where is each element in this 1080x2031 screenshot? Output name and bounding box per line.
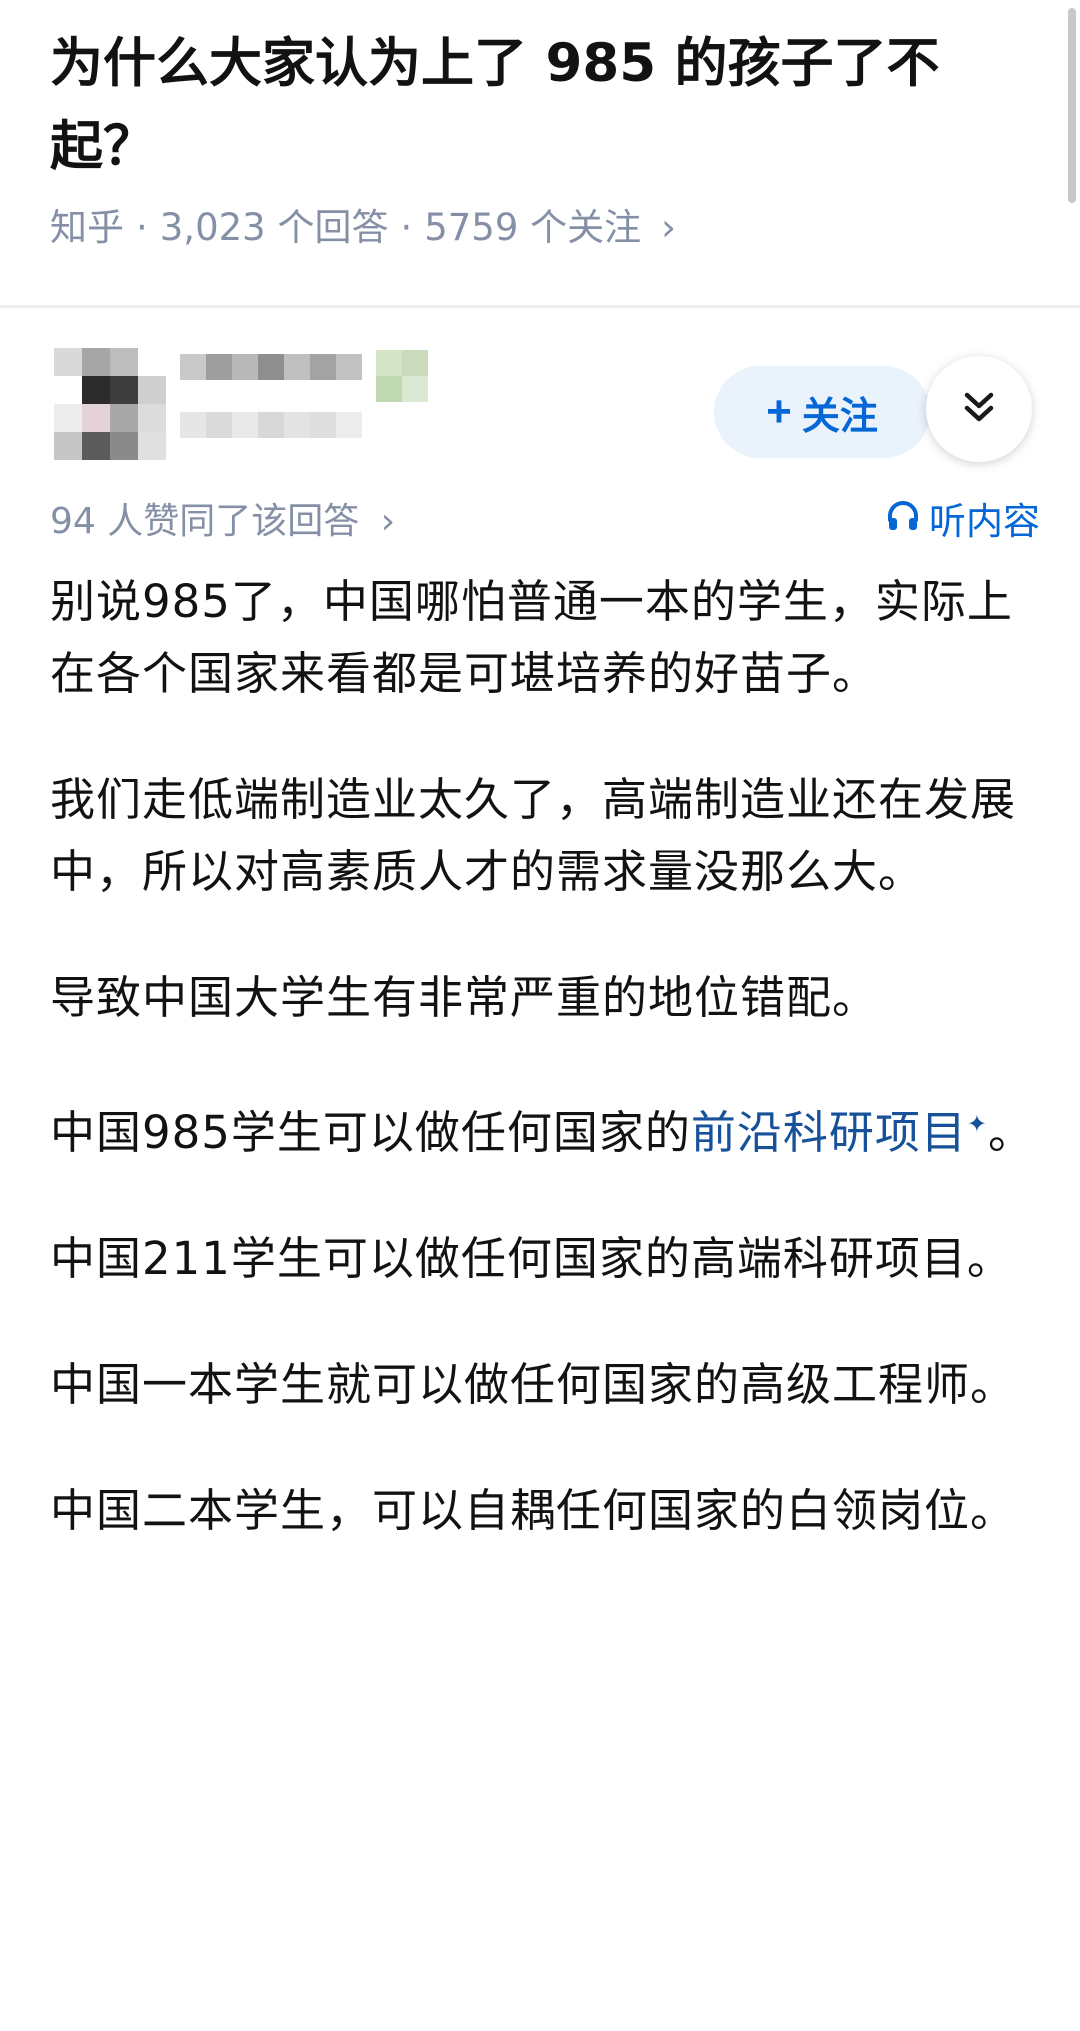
answer-paragraph: 我们走低端制造业太久了，高端制造业还在发展中，所以对高素质人才的需求量没那么大。 xyxy=(50,773,1017,898)
answer-text: 。 xyxy=(988,1106,1035,1159)
answer-paragraph: 导致中国大学生有非常严重的地位错配。 xyxy=(50,971,879,1024)
answer-paragraph: 中国二本学生，可以自耦任何国家的白领岗位。 xyxy=(50,1484,1017,1537)
meta-separator: · xyxy=(400,206,413,249)
chevron-right-icon: › xyxy=(380,501,396,542)
answer-paragraph: 中国985学生可以做任何国家的前沿科研项目✦。 xyxy=(50,1088,1040,1169)
answers-count: 3,023 个回答 xyxy=(159,206,389,249)
followers-count: 5759 个关注 xyxy=(424,206,642,249)
avatar[interactable] xyxy=(40,330,190,480)
meta-separator: · xyxy=(136,206,148,249)
listen-button[interactable]: 听内容 xyxy=(885,494,1040,550)
sparkle-icon: ✦ xyxy=(966,1110,989,1138)
vote-count-text: 94 人赞同了该回答 xyxy=(50,501,360,542)
question-header: 为什么大家认为上了 985 的孩子了不起？ 知乎 · 3,023 个回答 · 5… xyxy=(0,0,1080,305)
vote-summary[interactable]: 94 人赞同了该回答 › xyxy=(50,494,395,550)
listen-label: 听内容 xyxy=(929,500,1040,543)
expand-button[interactable] xyxy=(926,356,1032,462)
answer-content: 别说985了，中国哪怕普通一本的学生，实际上在各个国家来看都是可堪培养的好苗子。… xyxy=(50,566,1040,1601)
answer-paragraph: 中国一本学生就可以做任何国家的高级工程师。 xyxy=(50,1358,1017,1411)
divider xyxy=(0,305,1080,308)
double-chevron-down-icon xyxy=(959,387,999,431)
vote-row: 94 人赞同了该回答 › 听内容 xyxy=(50,494,1040,550)
author-info-blurred[interactable] xyxy=(40,330,540,480)
question-meta[interactable]: 知乎 · 3,023 个回答 · 5759 个关注 › xyxy=(50,198,676,258)
answer-paragraph: 别说985了，中国哪怕普通一本的学生，实际上在各个国家来看都是可堪培养的好苗子。 xyxy=(50,575,1013,700)
author-row: + 关注 xyxy=(0,330,1080,480)
keyword-link[interactable]: 前沿科研项目 xyxy=(691,1106,967,1159)
plus-icon: + xyxy=(766,387,792,436)
author-name-blurred[interactable] xyxy=(180,350,440,460)
answer-text: 中国985学生可以做任何国家的 xyxy=(50,1106,691,1159)
source-label: 知乎 xyxy=(50,206,124,249)
answer-paragraph: 中国211学生可以做任何国家的高端科研项目。 xyxy=(50,1232,1013,1285)
follow-label: 关注 xyxy=(801,395,878,438)
headphones-icon xyxy=(885,494,921,550)
scrollbar[interactable] xyxy=(1068,8,1076,203)
chevron-right-icon: › xyxy=(661,206,676,249)
question-title[interactable]: 为什么大家认为上了 985 的孩子了不起？ xyxy=(50,22,1010,188)
follow-button[interactable]: + 关注 xyxy=(714,366,930,458)
